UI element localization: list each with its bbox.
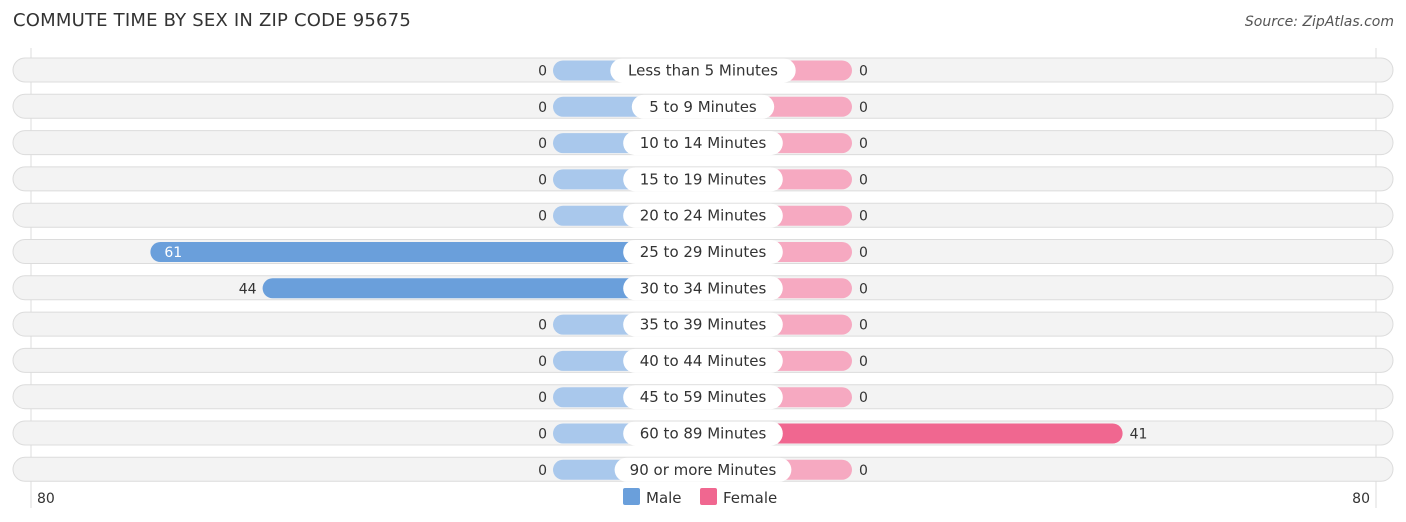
male-value-label: 0	[538, 354, 547, 370]
male-value-label: 0	[538, 390, 547, 406]
female-value-label: 0	[859, 318, 868, 334]
legend-male-swatch	[623, 488, 640, 505]
legend-male-label: Male	[646, 489, 682, 507]
category-label: 40 to 44 Minutes	[640, 352, 767, 370]
category-label: 35 to 39 Minutes	[640, 316, 767, 334]
female-value-label: 0	[859, 463, 868, 479]
chart-container: COMMUTE TIME BY SEX IN ZIP CODE 95675 So…	[0, 0, 1406, 522]
female-value-label: 0	[859, 354, 868, 370]
male-value-label: 0	[538, 209, 547, 225]
female-value-label: 0	[859, 281, 868, 297]
legend-female-label: Female	[723, 489, 777, 507]
male-value-label: 0	[538, 172, 547, 188]
legend-female-swatch	[700, 488, 717, 505]
female-value-label: 41	[1130, 427, 1148, 443]
female-value-label: 0	[859, 172, 868, 188]
category-label: 20 to 24 Minutes	[640, 207, 767, 225]
male-bar	[150, 242, 703, 262]
female-value-label: 0	[859, 209, 868, 225]
axis-label-left: 80	[37, 491, 55, 507]
female-value-label: 0	[859, 390, 868, 406]
category-label: Less than 5 Minutes	[628, 62, 778, 80]
male-value-label: 0	[538, 64, 547, 80]
category-label: 90 or more Minutes	[630, 461, 777, 479]
category-label: 5 to 9 Minutes	[649, 98, 757, 116]
male-value-label: 0	[538, 100, 547, 116]
category-label: 60 to 89 Minutes	[640, 425, 767, 443]
axis-label-right: 80	[1352, 491, 1370, 507]
male-value-label: 44	[239, 281, 257, 297]
male-value-label: 0	[538, 463, 547, 479]
female-value-label: 0	[859, 100, 868, 116]
male-value-label: 0	[538, 427, 547, 443]
category-label: 45 to 59 Minutes	[640, 388, 767, 406]
male-value-label: 0	[538, 318, 547, 334]
female-value-label: 0	[859, 64, 868, 80]
male-value-label: 61	[164, 245, 182, 261]
female-value-label: 0	[859, 245, 868, 261]
chart-svg: Less than 5 Minutes 0 0 5 to 9 Minutes 0 0 10 …	[12, 48, 1394, 508]
category-label: 15 to 19 Minutes	[640, 170, 767, 188]
female-value-label: 0	[859, 136, 868, 152]
male-value-label: 0	[538, 136, 547, 152]
category-label: 10 to 14 Minutes	[640, 134, 767, 152]
category-label: 30 to 34 Minutes	[640, 279, 767, 297]
category-label: 25 to 29 Minutes	[640, 243, 767, 261]
